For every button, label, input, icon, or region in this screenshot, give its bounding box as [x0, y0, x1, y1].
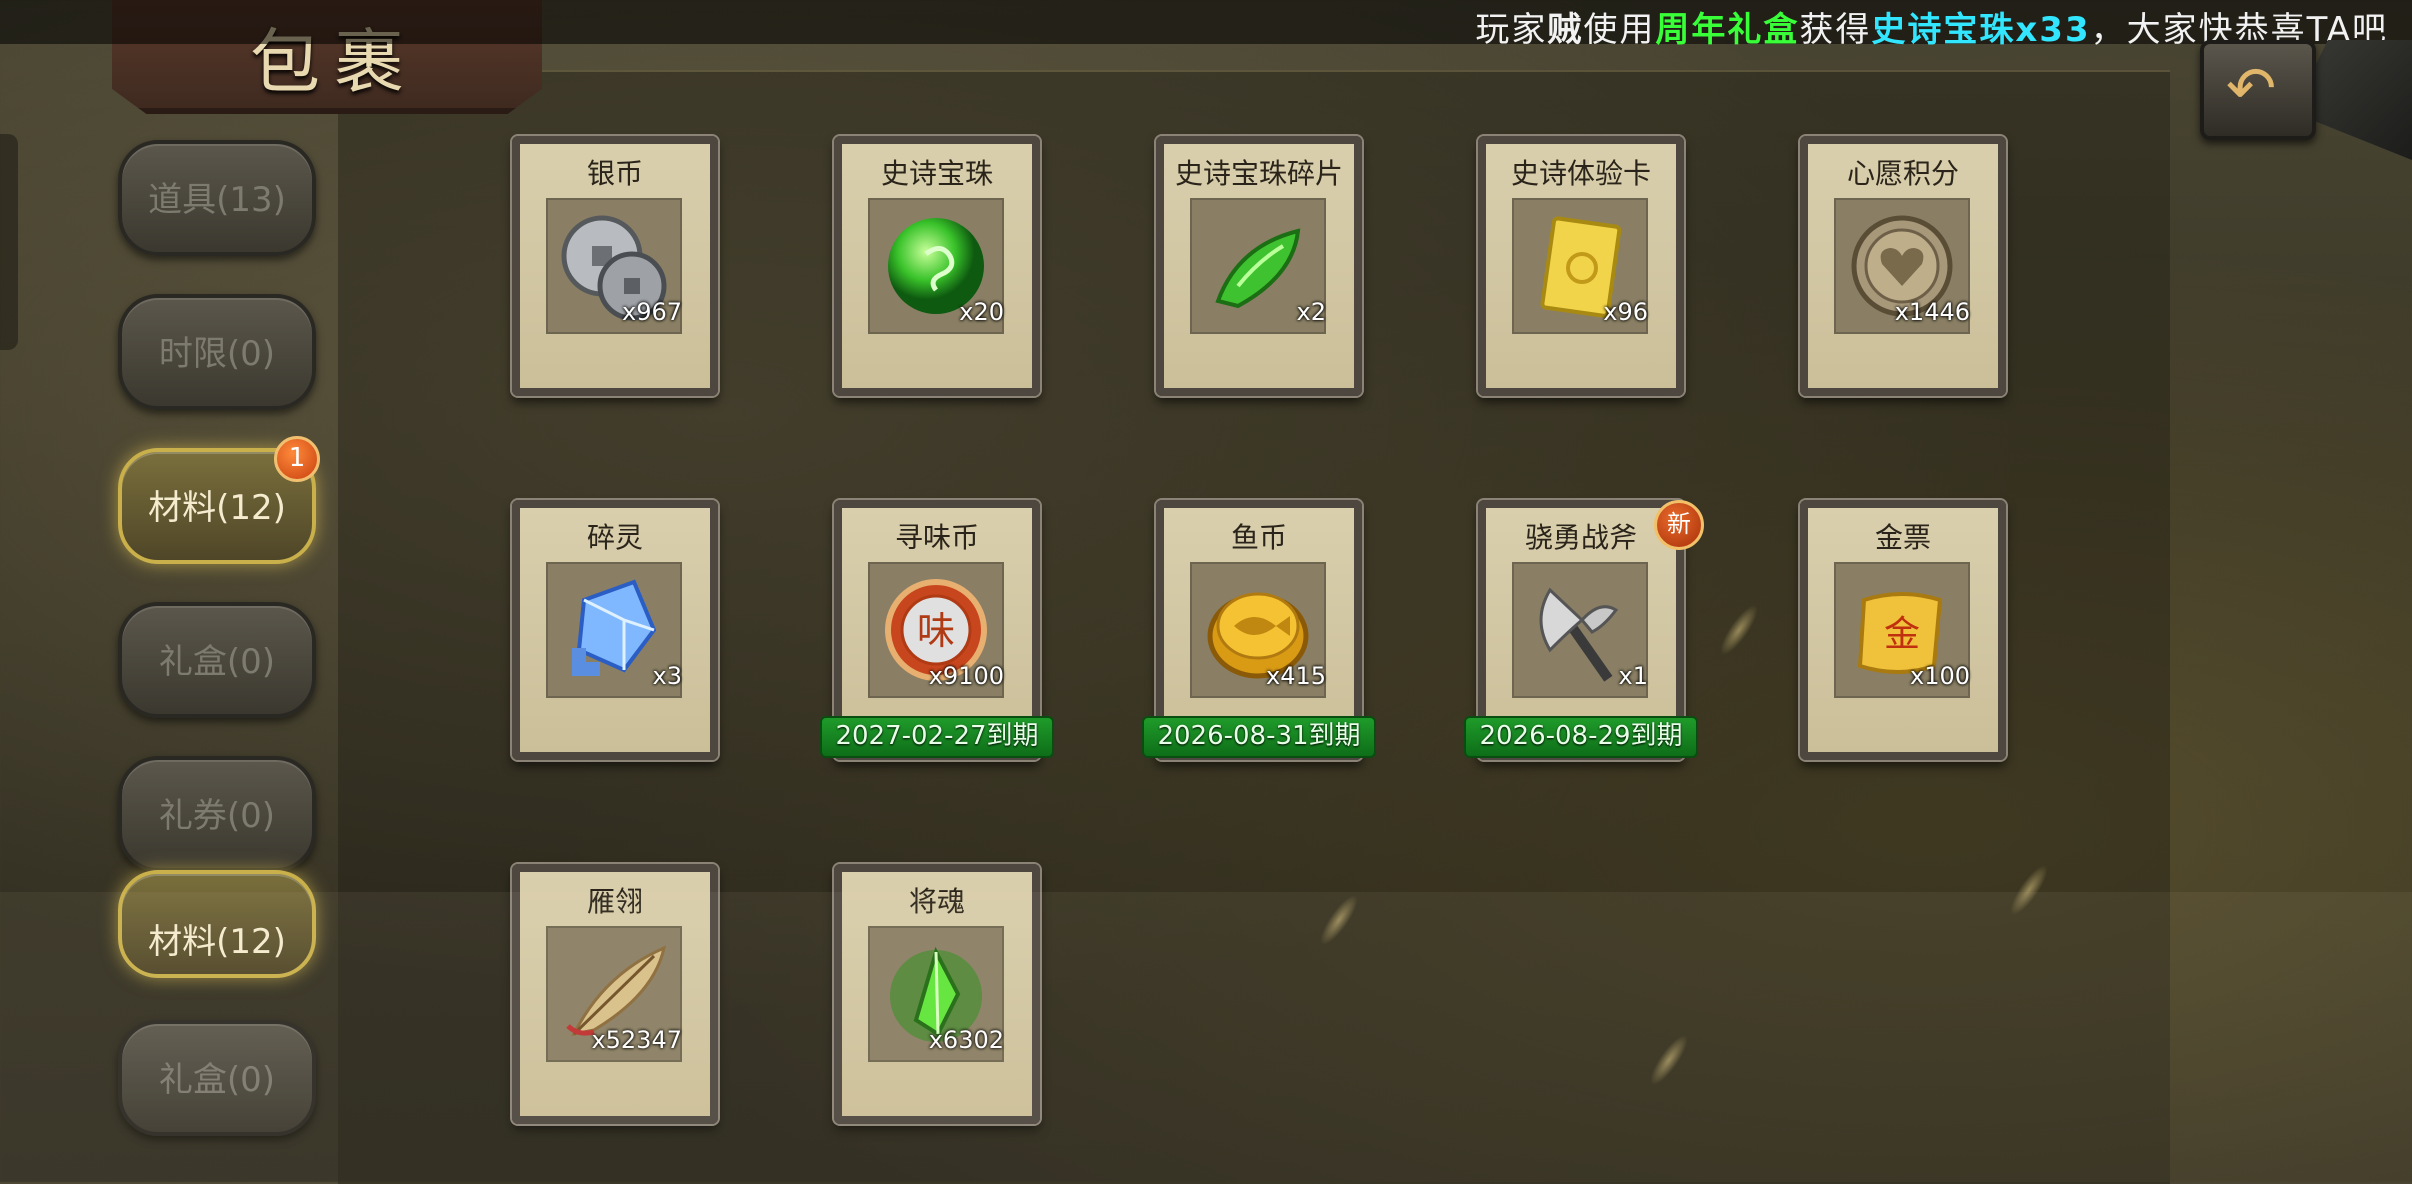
sidebar-edge — [0, 134, 18, 350]
item-card[interactable]: 碎灵 x3 — [512, 500, 718, 760]
tab-label: 道具(13) — [148, 180, 286, 220]
item-quantity: x1446 — [1894, 298, 1970, 326]
tab-props[interactable]: 道具(13) — [118, 140, 316, 256]
tab-vouchers[interactable]: 礼券(0) — [118, 756, 316, 872]
item-quantity: x2 — [1296, 298, 1326, 326]
svg-text:金: 金 — [1884, 614, 1920, 655]
item-card[interactable]: 史诗体验卡 x96 — [1478, 136, 1684, 396]
item-name: 银币 — [586, 157, 643, 190]
marquee-gain: 获得 — [1799, 10, 1872, 50]
tab-label: 礼盒(0) — [158, 1060, 276, 1100]
new-badge: 新 — [1654, 500, 1704, 550]
tab-label: 礼盒(0) — [158, 642, 276, 682]
item-name: 骁勇战斧 — [1524, 521, 1637, 554]
item-name: 史诗宝珠 — [880, 157, 993, 190]
item-quantity: x96 — [1603, 298, 1648, 326]
marquee-verb: 使用 — [1583, 10, 1656, 50]
item-name: 史诗宝珠碎片 — [1174, 157, 1343, 190]
item-name: 史诗体验卡 — [1510, 157, 1651, 190]
item-name: 寻味币 — [894, 521, 979, 554]
expiry-label: 2026-08-31到期 — [1142, 716, 1376, 758]
tab-timed[interactable]: 时限(0) — [118, 294, 316, 410]
marquee-prefix: 玩家 — [1475, 10, 1548, 50]
tab-label: 礼券(0) — [158, 796, 276, 836]
item-name: 碎灵 — [586, 521, 643, 554]
item-quantity: x6302 — [928, 1026, 1004, 1054]
tab-label: 时限(0) — [158, 334, 276, 374]
expiry-label: 2026-08-29到期 — [1464, 716, 1698, 758]
item-card[interactable]: 骁勇战斧 x1 2026-08-29到期 新 — [1464, 500, 1704, 760]
item-name: 金票 — [1874, 521, 1931, 554]
item-name: 心愿积分 — [1846, 157, 1959, 190]
notification-badge: 1 — [274, 436, 320, 482]
item-card[interactable]: 史诗宝珠碎片 x2 — [1156, 136, 1362, 396]
svg-text:味: 味 — [917, 609, 955, 653]
tab-gift-box[interactable]: 礼盒(0) — [118, 602, 316, 718]
tab-label: 材料(12) — [148, 488, 286, 528]
item-quantity: x3 — [652, 662, 682, 690]
back-button[interactable]: ↶ — [2200, 40, 2316, 140]
marquee-reward: 史诗宝珠x33 — [1871, 10, 2091, 50]
item-card[interactable]: 鱼币 x415 2026-08-31到期 — [1142, 500, 1376, 760]
item-card[interactable]: 金票 金 x100 — [1800, 500, 2006, 760]
item-name: 雁翎 — [586, 885, 643, 918]
item-quantity: x52347 — [591, 1026, 682, 1054]
item-quantity: x9100 — [928, 662, 1004, 690]
item-name: 鱼币 — [1230, 521, 1287, 554]
item-card[interactable]: 心愿积分 x1446 — [1800, 136, 2006, 396]
item-quantity: x100 — [1909, 662, 1970, 690]
marquee-source-item: 周年礼盒 — [1655, 10, 1800, 50]
tab-label: 材料(12) — [148, 922, 286, 962]
item-card[interactable]: 雁翎 x52347 — [512, 864, 718, 1124]
item-name: 将魂 — [908, 885, 965, 918]
expiry-label: 2027-02-27到期 — [820, 716, 1054, 758]
tab-materials[interactable]: 材料(12) 1 — [118, 436, 320, 564]
item-card[interactable]: 银币 x967 — [512, 136, 718, 396]
tab-gift-box-duplicate[interactable]: 礼盒(0) — [118, 1020, 316, 1136]
item-card[interactable]: 史诗宝珠 x20 — [834, 136, 1040, 396]
marquee-player-name: 贼 — [1547, 10, 1584, 50]
item-quantity: x20 — [959, 298, 1004, 326]
broadcast-marquee: 玩家贼使用周年礼盒获得史诗宝珠x33，大家快恭喜TA吧 — [0, 0, 2412, 50]
item-quantity: x1 — [1618, 662, 1648, 690]
item-card[interactable]: 寻味币 味 x9100 2027-02-27到期 — [820, 500, 1054, 760]
back-arrow-icon: ↶ — [2226, 54, 2277, 124]
item-card[interactable]: 将魂 x6302 — [834, 864, 1040, 1124]
tab-materials-duplicate[interactable]: 材料(12) — [118, 870, 316, 978]
item-quantity: x415 — [1265, 662, 1326, 690]
item-quantity: x967 — [621, 298, 682, 326]
